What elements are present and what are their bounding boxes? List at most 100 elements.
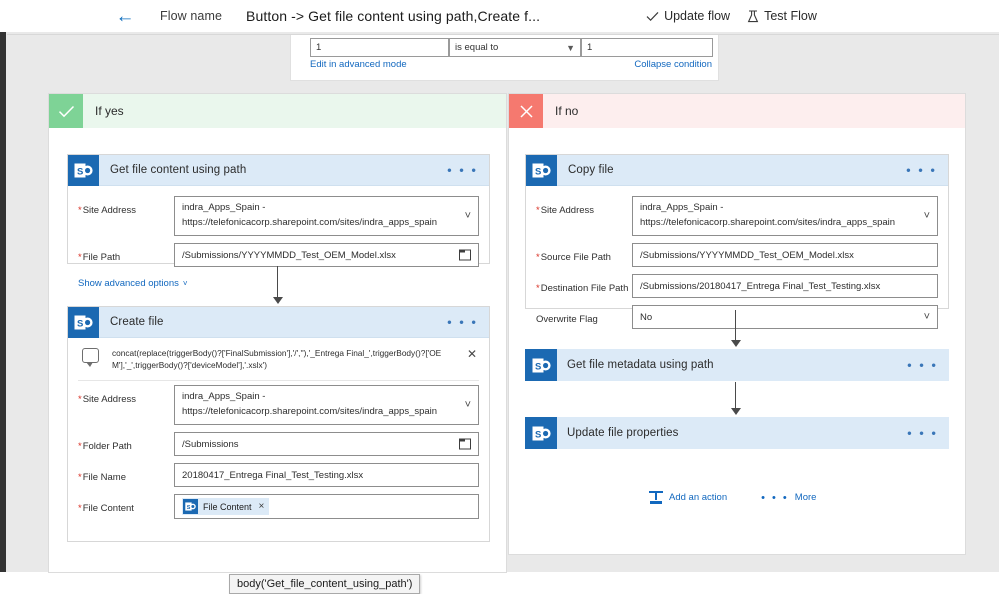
close-icon[interactable]: × — [259, 501, 265, 512]
update-flow-label: Update flow — [664, 9, 731, 23]
file-path-input[interactable]: /Submissions/YYYYMMDD_Test_OEM_Model.xls… — [174, 243, 479, 267]
file-content-input[interactable]: S File Content × — [174, 494, 479, 519]
site-address-input[interactable]: indra_Apps_Spain - https://telefonicacor… — [632, 196, 938, 236]
chevron-down-icon[interactable]: ˅ — [465, 399, 471, 411]
field-label-text: Site Address — [82, 205, 137, 216]
back-arrow-icon[interactable]: ← — [112, 3, 138, 29]
site-address-line2: https://telefonicacorp.sharepoint.com/si… — [182, 406, 438, 417]
card-header[interactable]: S Update file properties • • • — [525, 417, 949, 449]
site-address-input[interactable]: indra_Apps_Spain - https://telefonicacor… — [174, 196, 479, 236]
card-menu-button[interactable]: • • • — [447, 316, 478, 329]
field-site-address: *Site Address indra_Apps_Spain - https:/… — [536, 196, 938, 236]
chevron-down-icon[interactable]: ˅ — [924, 311, 930, 323]
chevron-down-icon: ▼ — [566, 42, 575, 53]
sharepoint-icon: S — [526, 155, 557, 186]
field-label-text: File Content — [82, 503, 134, 514]
field-site-address: *Site Address indra_Apps_Spain - https:/… — [78, 385, 479, 425]
card-title: Get file content using path — [110, 164, 247, 176]
branch-if-no-header: If no — [509, 94, 965, 128]
card-header[interactable]: S Copy file • • • — [526, 155, 948, 186]
chevron-down-icon[interactable]: ˅ — [465, 210, 471, 222]
folder-picker-icon[interactable] — [458, 438, 471, 450]
branch-if-yes-header: If yes — [49, 94, 506, 128]
folder-picker-icon[interactable] — [458, 249, 471, 261]
collapse-condition-link[interactable]: Collapse condition — [634, 59, 712, 70]
update-flow-button[interactable]: Update flow — [646, 9, 730, 23]
field-label: *Site Address — [78, 385, 174, 405]
test-flow-button[interactable]: Test Flow — [746, 9, 817, 23]
field-file-path: *File Path /Submissions/YYYYMMDD_Test_OE… — [78, 243, 479, 267]
destination-file-path-input[interactable]: /Submissions/20180417_Entrega Final_Test… — [632, 274, 938, 298]
card-menu-button[interactable]: • • • — [907, 359, 938, 372]
site-address-line1: indra_Apps_Spain - — [640, 202, 724, 214]
add-an-action-button[interactable]: Add an action — [649, 491, 727, 504]
card-title: Update file properties — [567, 427, 679, 439]
card-header[interactable]: S Get file metadata using path • • • — [525, 349, 949, 381]
show-advanced-options-label: Show advanced options — [78, 278, 179, 289]
overwrite-flag-select[interactable]: No ˅ — [632, 305, 938, 329]
required-asterisk: * — [78, 205, 82, 216]
topbar-actions: Update flow Test Flow — [646, 9, 817, 23]
folder-path-input[interactable]: /Submissions — [174, 432, 479, 456]
canvas-inner: 1 is equal to ▼ 1 Edit in advanced mode … — [7, 34, 999, 594]
svg-text:S: S — [77, 319, 83, 330]
card-title: Get file metadata using path — [567, 359, 714, 371]
field-file-content: *File Content S File Content × — [78, 494, 479, 519]
field-file-name: *File Name 20180417_Entrega Final_Test_T… — [78, 463, 479, 487]
more-label: More — [794, 492, 817, 503]
site-address-line2: https://telefonicacorp.sharepoint.com/si… — [640, 217, 896, 228]
card-get-file-metadata-using-path[interactable]: S Get file metadata using path • • • — [525, 349, 949, 381]
required-asterisk: * — [536, 283, 540, 294]
card-header[interactable]: S Get file content using path • • • — [68, 155, 489, 186]
file-name-input[interactable]: 20180417_Entrega Final_Test_Testing.xlsx — [174, 463, 479, 487]
card-title: Create file — [110, 316, 164, 328]
required-asterisk: * — [78, 472, 82, 483]
connector-arrow — [271, 266, 285, 304]
chevron-down-icon[interactable]: ˅ — [924, 210, 930, 222]
field-label: *Destination File Path — [536, 274, 632, 294]
card-header[interactable]: S Create file • • • — [68, 307, 489, 338]
more-button[interactable]: • • • More — [761, 492, 816, 504]
field-destination-file-path: *Destination File Path /Submissions/2018… — [536, 274, 938, 298]
overwrite-flag-value: No — [640, 311, 653, 323]
condition-left-value[interactable]: 1 — [310, 38, 449, 57]
required-asterisk: * — [536, 205, 540, 216]
card-copy-file[interactable]: S Copy file • • • *Site Address indra_Ap… — [525, 154, 949, 329]
condition-right-value[interactable]: 1 — [581, 38, 713, 57]
field-label: *File Name — [78, 463, 174, 483]
svg-text:S: S — [535, 167, 541, 178]
card-update-file-properties[interactable]: S Update file properties • • • — [525, 417, 949, 449]
show-advanced-options-link[interactable]: Show advanced options ˅ — [78, 278, 188, 289]
file-name-value: 20180417_Entrega Final_Test_Testing.xlsx — [182, 469, 364, 481]
card-create-file[interactable]: S Create file • • • concat(replace(trigg… — [67, 306, 490, 542]
sharepoint-icon: S — [68, 307, 99, 338]
edit-advanced-mode-link[interactable]: Edit in advanced mode — [310, 59, 407, 70]
card-menu-button[interactable]: • • • — [447, 164, 478, 177]
field-label: *File Path — [78, 243, 174, 263]
top-command-bar: ← Flow name Button -> Get file content u… — [0, 0, 999, 32]
field-label-text: Source File Path — [540, 252, 611, 263]
card-menu-button[interactable]: • • • — [907, 427, 938, 440]
condition-operator-value: is equal to — [455, 42, 499, 53]
token-chip-file-content[interactable]: S File Content × — [182, 498, 270, 515]
source-file-path-input[interactable]: /Submissions/YYYYMMDD_Test_OEM_Model.xls… — [632, 243, 938, 267]
card-get-file-content-using-path[interactable]: S Get file content using path • • • *Sit… — [67, 154, 490, 289]
condition-card: 1 is equal to ▼ 1 Edit in advanced mode … — [290, 35, 719, 81]
expression-icon — [82, 348, 99, 367]
field-label: *Source File Path — [536, 243, 632, 263]
flask-icon — [746, 9, 759, 23]
close-icon[interactable]: ✕ — [467, 347, 477, 361]
condition-operator-select[interactable]: is equal to ▼ — [449, 38, 581, 57]
checkmark-icon — [646, 10, 659, 23]
field-folder-path: *Folder Path /Submissions — [78, 432, 479, 456]
branch-if-yes-label: If yes — [95, 104, 124, 118]
expression-text: concat(replace(triggerBody()?['FinalSubm… — [112, 348, 442, 371]
card-menu-button[interactable]: • • • — [906, 164, 937, 177]
checkmark-icon — [49, 94, 83, 128]
site-address-input[interactable]: indra_Apps_Spain - https://telefonicacor… — [174, 385, 479, 425]
connector-arrow — [729, 310, 743, 347]
designer-canvas: 1 is equal to ▼ 1 Edit in advanced mode … — [0, 32, 999, 594]
field-label: *File Content — [78, 494, 174, 514]
field-site-address: *Site Address indra_Apps_Spain - https:/… — [78, 196, 479, 236]
field-label-text: Site Address — [82, 394, 137, 405]
